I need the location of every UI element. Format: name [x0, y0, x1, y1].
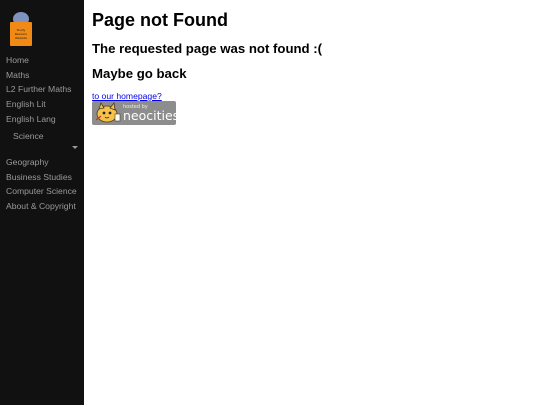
sidebar-item-about-copyright[interactable]: About & Copyright: [6, 201, 76, 211]
sidebar-item-business-studies[interactable]: Business Studies: [6, 172, 72, 182]
sidebar-item-computer-science[interactable]: Computer Science: [6, 186, 77, 196]
sidebar-item-science[interactable]: Science: [13, 131, 44, 141]
sidebar-item-maths[interactable]: Maths: [6, 70, 29, 80]
neocities-badge[interactable]: hosted by neocities: [92, 101, 180, 125]
error-message: The requested page was not found :(: [92, 41, 323, 56]
sidebar-item-english-lit[interactable]: English Lit: [6, 99, 46, 109]
logo-box: Study Revision Website: [10, 22, 32, 46]
sidebar-item-home[interactable]: Home: [6, 55, 29, 65]
site-logo[interactable]: Study Revision Website: [10, 12, 32, 46]
sidebar-item-further-maths[interactable]: L2 Further Maths: [6, 84, 71, 94]
chevron-down-icon[interactable]: [72, 146, 78, 149]
sidebar-item-english-lang[interactable]: English Lang: [6, 114, 56, 124]
badge-neocities: neocities: [123, 108, 180, 123]
sidebar-item-geography[interactable]: Geography: [6, 157, 49, 167]
page-title: Page not Found: [92, 10, 228, 30]
back-heading: Maybe go back: [92, 66, 187, 81]
homepage-link[interactable]: to our homepage?: [92, 91, 162, 101]
sidebar: Study Revision Website Home Maths L2 Fur…: [0, 0, 84, 405]
logo-text-line-3: Website: [15, 36, 27, 40]
neocities-cat-icon: [95, 102, 121, 123]
